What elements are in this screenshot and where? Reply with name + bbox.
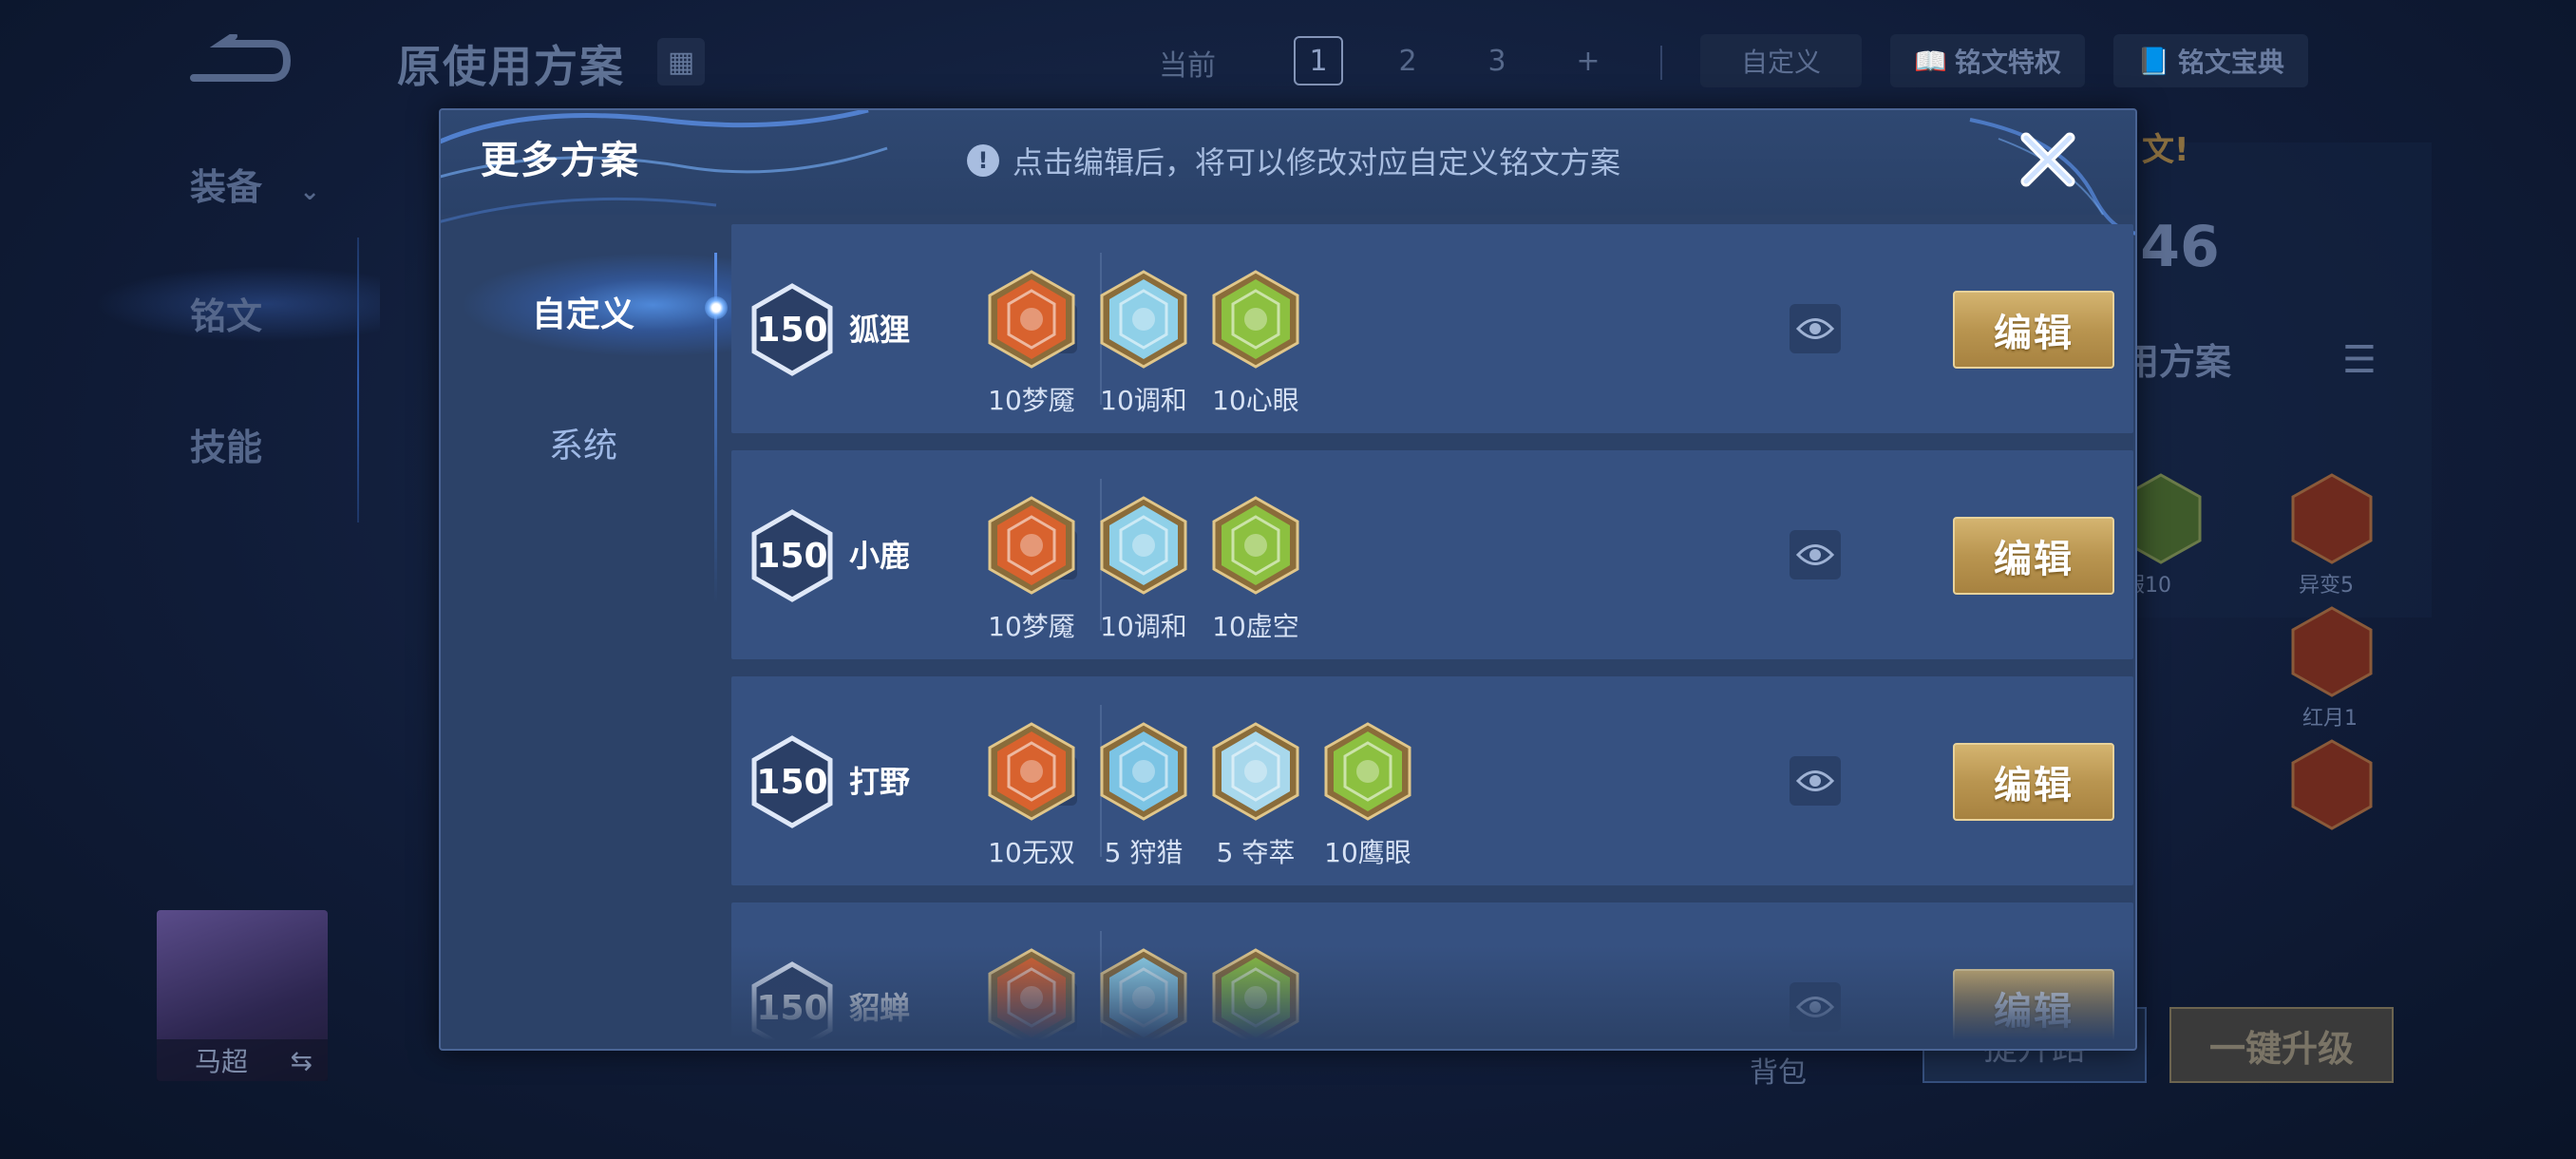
page-button-2[interactable]: 2 [1383,36,1432,86]
hint-text: 点击编辑后，将可以修改对应自定义铭文方案 [1013,144,1621,180]
blue-rune-icon [1100,496,1187,595]
rune-label: 10心眼 [1212,385,1299,416]
right-plan-title: 用方案 [2123,341,2232,383]
bg-custom-button[interactable]: 自定义 [1700,34,1862,87]
sidebar-line [357,238,359,522]
red-rune-icon [988,722,1075,821]
blue-rune-icon [1100,270,1187,369]
bg-rune-label-3: 红月1 [2302,707,2358,731]
right-level-badge: 46 [2140,214,2220,280]
plan-level: 150 [756,536,828,576]
green-rune-icon [1212,948,1299,1047]
edit-button[interactable]: 编辑 [1953,291,2114,369]
close-icon [2020,132,2075,187]
sidebar-item-equipment[interactable]: 装备 ⌄ [190,158,320,210]
blue-rune-icon [1100,722,1187,821]
rune-handbook-label: 铭文宝典 [2177,47,2284,78]
rune-privilege-button[interactable]: 📖 铭文特权 [1890,34,2085,87]
hero-name-bar[interactable]: 马超 ⇆ [157,1039,328,1081]
rune-label: 10调和 [1100,611,1187,642]
plan-row: 150 小鹿 10梦魇 10调和 10虚空 编辑 [731,450,2133,659]
blue-rune-icon [1100,948,1187,1047]
eye-icon [1796,544,1834,565]
plan-row: 150 狐狸 10梦魇 10调和 10心眼 编辑 [731,224,2133,433]
swap-icon: ⇆ [290,1044,313,1076]
eye-icon [1796,997,1834,1017]
plan-list: 150 狐狸 10梦魇 10调和 10心眼 编辑 150 小鹿 10梦魇 10调和 10虚空 编辑 15… [731,224,2133,1049]
rune-label: 10无双 [988,837,1075,868]
sidebar-item-label: 装备 [190,166,263,208]
rune-handbook-button[interactable]: 📘 铭文宝典 [2113,34,2308,87]
page-button-1[interactable]: 1 [1294,36,1343,86]
backpack-label[interactable]: 背包 [1750,1049,1807,1091]
plan-level: 150 [756,762,828,802]
eye-icon [1796,318,1834,339]
preview-button[interactable] [1790,304,1841,353]
green-rune-icon [1212,496,1299,595]
plan-name: 打野 [849,764,911,800]
rune-label: 10梦魇 [988,611,1075,642]
more-plans-modal: 更多方案 ! 点击编辑后，将可以修改对应自定义铭文方案 自定义 系统 150 狐狸… [439,108,2137,1051]
plan-name: 貂蝉 [849,990,911,1026]
modal-title: 更多方案 [481,139,640,182]
edit-button[interactable]: 编辑 [1953,969,2114,1047]
rune-label: 10虚空 [1212,611,1299,642]
sidebar-item-skills[interactable]: 技能 [190,418,262,470]
preview-button[interactable] [1790,756,1841,806]
handbook-icon: 📘 [2137,45,2170,77]
rune-label: 10调和 [1100,385,1187,416]
tab-custom[interactable]: 自定义 [441,287,726,336]
preview-button[interactable] [1790,982,1841,1032]
blue-rune-icon [1212,722,1299,821]
red-rune-icon [988,948,1075,1047]
one-click-upgrade-button[interactable]: 一键升级 [2169,1007,2394,1083]
menu-icon[interactable]: ☰ [2342,338,2380,382]
back-arrow-icon[interactable] [180,34,294,87]
green-rune-icon [1212,270,1299,369]
plan-row: 150 貂蝉 编辑 [731,902,2133,1049]
bg-red-rune-icon [2291,606,2373,697]
edit-button[interactable]: 编辑 [1953,517,2114,595]
page-add-button[interactable]: + [1563,36,1613,86]
green-rune-icon [1324,722,1411,821]
plan-level: 150 [756,988,828,1028]
tab-system[interactable]: 系统 [441,418,726,467]
hero-name: 马超 [195,1046,249,1077]
hint-text-row: ! 点击编辑后，将可以修改对应自定义铭文方案 [967,139,1620,182]
plan-row: 150 打野 10无双 5 狩猎 5 夺萃 10鹰眼 编辑 [731,676,2133,885]
red-rune-icon [988,270,1075,369]
bg-red-rune-icon [2291,473,2373,564]
red-rune-icon [988,496,1075,595]
current-label: 当前 [1159,49,1216,83]
plan-level: 150 [756,310,828,350]
chevron-down-icon: ⌄ [299,178,321,206]
rune-label: 10鹰眼 [1324,837,1411,868]
grid-icon[interactable]: ▦ [657,38,705,86]
page-button-3[interactable]: 3 [1472,36,1522,86]
plan-tabs: 自定义 系统 [441,215,735,1049]
eye-icon [1796,770,1834,791]
plan-name: 狐狸 [849,312,911,348]
close-button[interactable] [2012,124,2084,196]
rune-label: 5 狩猎 [1104,837,1184,868]
info-icon: ! [967,144,999,177]
book-icon: 📖 [1914,45,1947,77]
rune-privilege-label: 铭文特权 [1954,47,2061,78]
rune-label: 10梦魇 [988,385,1075,416]
bg-rune-label-2: 异变5 [2299,574,2354,598]
bg-page-title: 原使用方案 [397,41,625,92]
bg-red-rune-icon [2291,739,2373,830]
rune-label: 5 夺萃 [1216,837,1296,868]
right-notice: 文! [2142,131,2189,169]
sidebar-item-runes[interactable]: 铭文 [190,287,262,339]
preview-button[interactable] [1790,530,1841,580]
plan-name: 小鹿 [849,538,911,574]
edit-button[interactable]: 编辑 [1953,743,2114,821]
divider [1660,46,1662,80]
